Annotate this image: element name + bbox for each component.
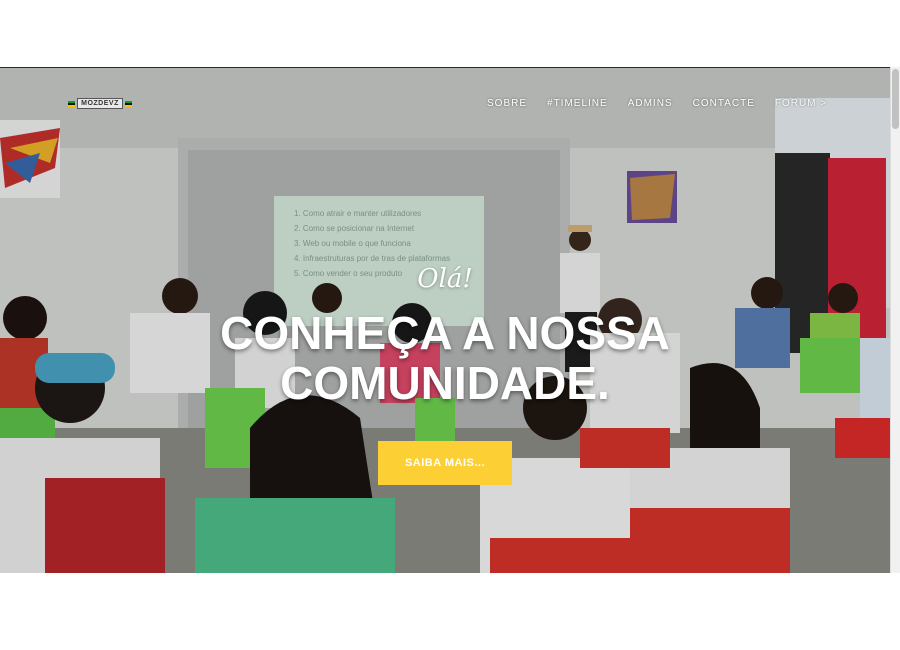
logo-text: MOZDEVZ (77, 98, 123, 109)
saiba-mais-button[interactable]: SAIBA MAIS... (378, 441, 512, 485)
nav-link-contacte[interactable]: CONTACTE (693, 98, 755, 109)
hero-section: 1. Como atrair e manter utilizadores 2. … (0, 67, 890, 573)
nav-link-admins[interactable]: ADMINS (628, 98, 673, 109)
main-nav: SOBRE #TIMELINE ADMINS CONTACTE FORUM > (487, 98, 847, 109)
hero-greeting: Olá! (417, 264, 473, 294)
nav-link-timeline[interactable]: #TIMELINE (547, 98, 608, 109)
site-logo[interactable]: MOZDEVZ (68, 98, 132, 109)
hero-headline-line1: CONHEÇA A NOSSA (220, 307, 670, 359)
bottom-blank-area (0, 573, 900, 650)
nav-link-sobre[interactable]: SOBRE (487, 98, 527, 109)
nav-link-forum[interactable]: FORUM > (775, 98, 827, 109)
mozambique-flag-icon (68, 100, 75, 107)
top-blank-area (0, 0, 900, 67)
hero-headline: CONHEÇA A NOSSA COMUNIDADE. (0, 308, 890, 408)
page-scrollbar[interactable] (890, 67, 900, 573)
mozambique-flag-icon (125, 100, 132, 107)
scrollbar-thumb[interactable] (892, 69, 899, 129)
hero-headline-line2: COMUNIDADE. (280, 357, 610, 409)
